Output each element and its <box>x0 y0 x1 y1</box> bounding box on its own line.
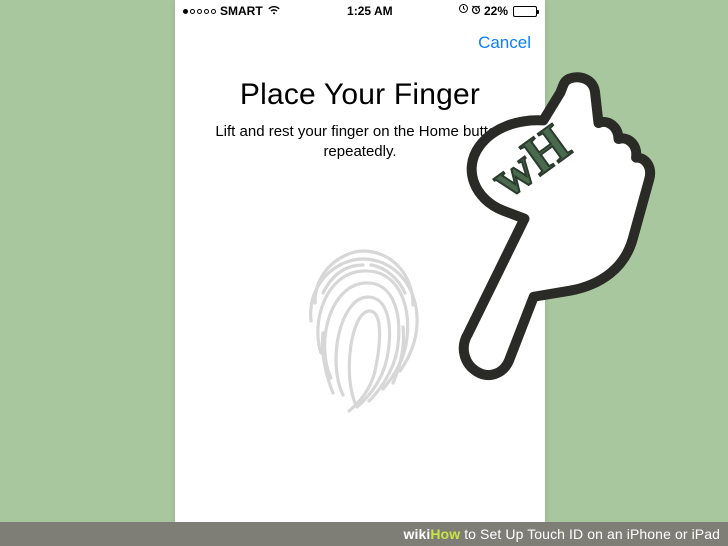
phone-frame: SMART 1:25 AM 22% Cancel Place Your Fing… <box>175 0 545 528</box>
caption-how: How <box>430 526 460 542</box>
caption-wiki: wiki <box>403 526 430 542</box>
time-label: 1:25 AM <box>281 4 459 18</box>
content: Place Your Finger Lift and rest your fin… <box>175 64 545 423</box>
status-right: 22% <box>459 4 537 18</box>
page-title: Place Your Finger <box>205 78 515 112</box>
status-left: SMART <box>183 4 281 18</box>
page-subtitle: Lift and rest your finger on the Home bu… <box>205 122 515 163</box>
wifi-icon <box>267 4 281 18</box>
carrier-label: SMART <box>220 4 263 18</box>
caption-rest: to Set Up Touch ID on an iPhone or iPad <box>460 526 720 542</box>
nav-bar: Cancel <box>175 22 545 64</box>
battery-percent: 22% <box>484 4 508 18</box>
lock-icon <box>459 4 468 18</box>
alarm-icon <box>471 4 481 18</box>
status-bar: SMART 1:25 AM 22% <box>175 0 545 22</box>
caption-bar: wikiHow to Set Up Touch ID on an iPhone … <box>0 522 728 546</box>
battery-icon <box>513 6 537 17</box>
cancel-button[interactable]: Cancel <box>478 33 531 53</box>
fingerprint-icon <box>205 243 515 423</box>
signal-icon <box>183 9 216 14</box>
